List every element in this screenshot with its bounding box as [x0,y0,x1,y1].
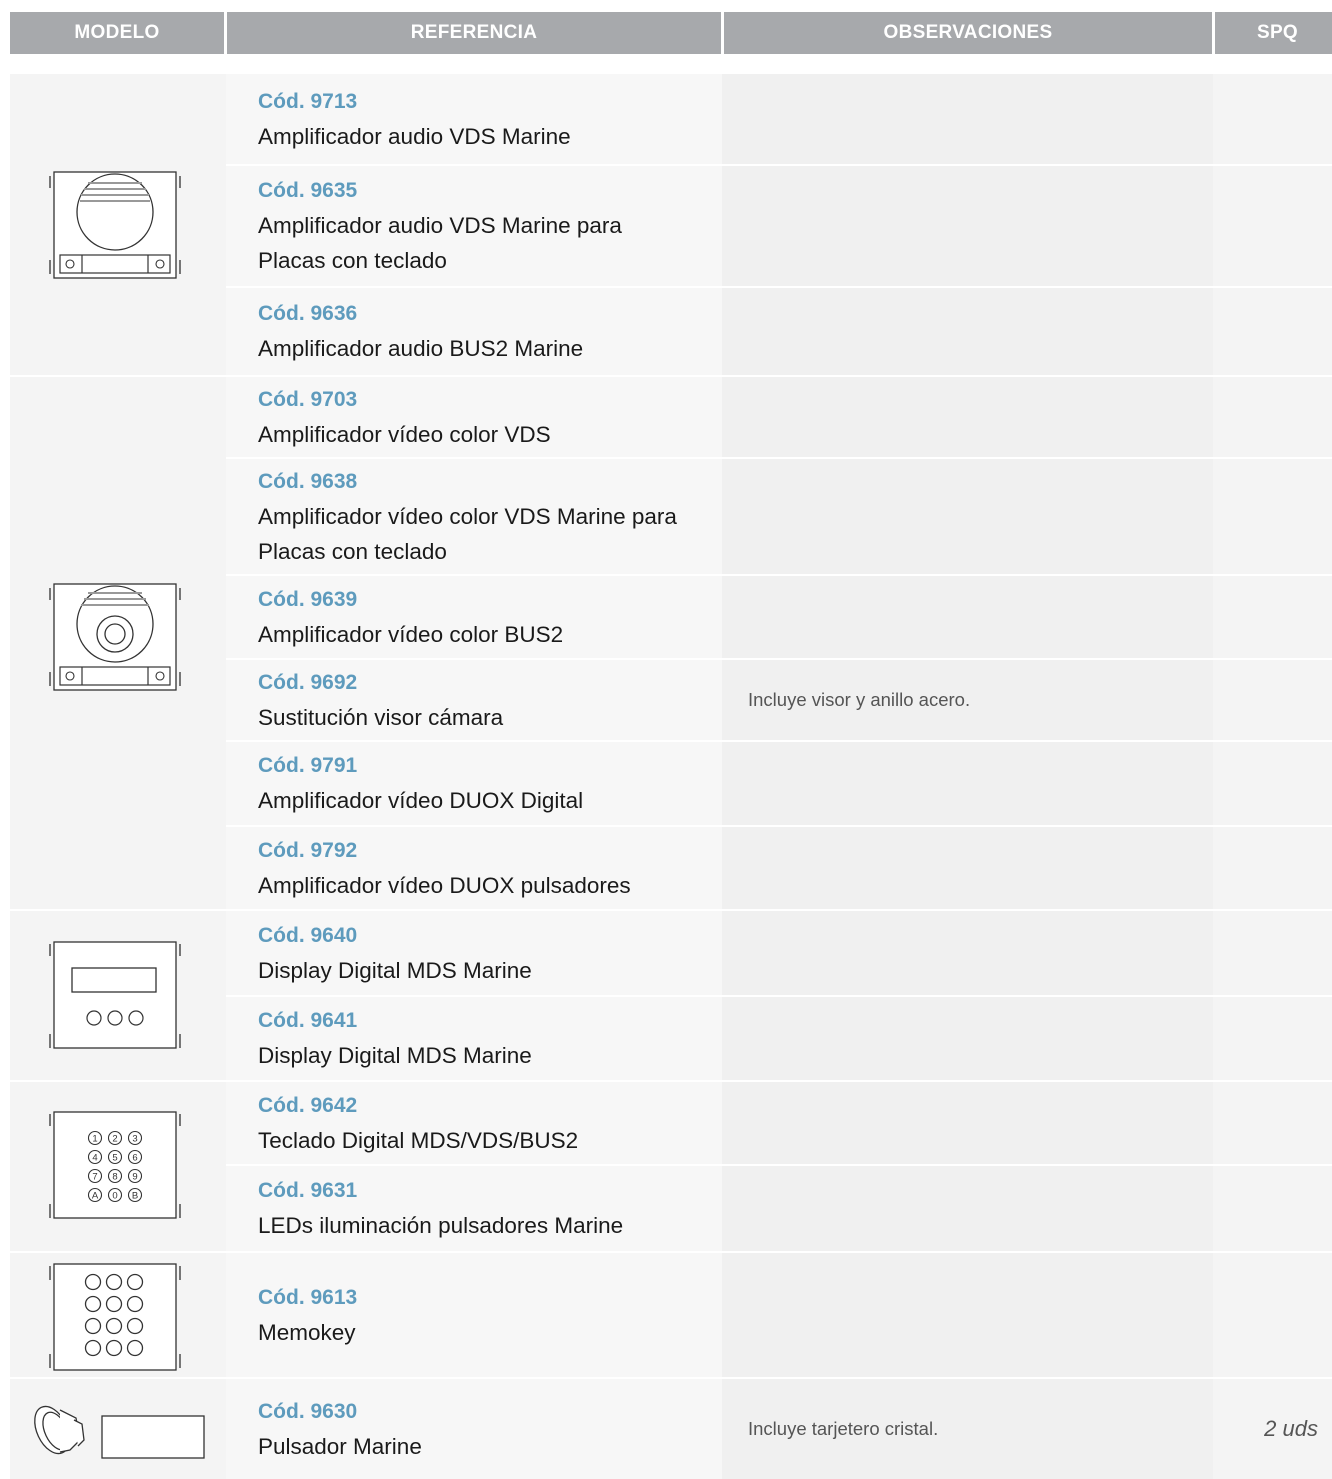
product-code: Cód. 9641 [258,1009,358,1032]
product-code: Cód. 9613 [258,1285,358,1309]
table-row-reference: Cód. 9692 Sustitución visor cámara [226,660,722,740]
product-description: Pulsador Marine [258,1433,422,1459]
product-description: Memokey [258,1319,356,1345]
product-code: Cód. 9791 [258,754,358,777]
spq-cell [1213,1253,1332,1377]
observation-cell [722,459,1213,574]
product-code: Cód. 9713 [258,89,358,113]
keypad-key-label: 6 [132,1153,137,1164]
spq-cell [1213,1166,1332,1251]
table-row-reference: Cód. 9713 Amplificador audio VDS Marine [226,74,722,164]
header-spq: SPQ [1215,12,1332,54]
product-code: Cód. 9631 [258,1179,358,1202]
table-row-reference: Cód. 9792 Amplificador vídeo DUOX pulsado… [226,827,722,909]
spq-cell [1213,742,1332,825]
spq-cell [1213,997,1332,1080]
keypad-key-label: 3 [132,1134,137,1145]
table-row-reference: Cód. 9640 Display Digital MDS Marine [226,911,722,995]
product-description: Amplificador audio VDS Marine [258,123,571,149]
spq-cell [1213,288,1332,375]
observation-cell [722,827,1213,909]
product-description: Sustitución visor cámara [258,704,504,730]
product-description: Amplificador audio VDS Marine para Placa… [258,213,622,273]
spq-cell [1213,660,1332,740]
product-code: Cód. 9792 [258,838,358,862]
product-code: Cód. 9639 [258,587,358,611]
observation-cell [722,576,1213,658]
video-amplifier-panel-icon [49,583,181,691]
product-description: Amplificador vídeo color VDS Marine para… [258,503,677,564]
product-description: Amplificador vídeo DUOX pulsadores [258,872,631,898]
spq-cell [1213,74,1332,164]
table-row-reference: Cód. 9635 Amplificador audio VDS Marine p… [226,166,722,286]
table-row-reference: Cód. 9703 Amplificador vídeo color VDS [226,377,722,457]
keypad-key-label: 9 [132,1172,137,1183]
observation-cell [722,1253,1213,1377]
product-code: Cód. 9630 [258,1399,358,1423]
spq-cell [1213,576,1332,658]
keypad-key-label: A [92,1191,99,1202]
observation-cell [722,997,1213,1080]
table-row-reference: Cód. 9642 Teclado Digital MDS/VDS/BUS2 [226,1082,722,1164]
table-row-reference: Cód. 9631 LEDs iluminación pulsadores Mar… [226,1166,722,1251]
observation-cell [722,288,1213,375]
push-button-and-card-holder-icon [34,1405,205,1459]
product-description: Amplificador vídeo color VDS [258,421,551,447]
product-description: Amplificador audio BUS2 Marine [258,336,584,361]
product-code: Cód. 9635 [258,179,358,202]
audio-amplifier-panel-icon [49,171,181,279]
spq-cell [1213,166,1332,286]
table-row-reference: Cód. 9639 Amplificador vídeo color BUS2 [226,576,722,658]
product-description: Teclado Digital MDS/VDS/BUS2 [258,1127,579,1153]
header-modelo: MODELO [10,12,224,54]
keypad-key-label: 1 [92,1134,97,1145]
product-code: Cód. 9638 [258,469,358,493]
observation-cell [722,911,1213,995]
spq-cell [1213,459,1332,574]
keypad-key-label: 4 [92,1153,97,1164]
table-row-reference: Cód. 9641 Display Digital MDS Marine [226,997,722,1080]
spq-cell [1213,377,1332,457]
keypad-key-label: 8 [112,1172,117,1183]
memokey-panel-icon [49,1263,181,1371]
product-description: Display Digital MDS Marine [258,957,532,983]
product-description: LEDs iluminación pulsadores Marine [258,1213,624,1238]
digital-keypad-panel-icon: 1 2 3 4 5 6 7 8 9 A 0 B [49,1111,181,1219]
observation-cell [722,742,1213,825]
table-row-reference: Cód. 9613 Memokey [226,1253,722,1377]
display-panel-icon [49,941,181,1049]
observation-cell [722,377,1213,457]
spq-cell [1213,911,1332,995]
observation-cell: Incluye visor y anillo acero. [748,689,971,710]
spq-cell [1213,1082,1332,1164]
keypad-key-label: 5 [112,1153,117,1164]
header-referencia: REFERENCIA [227,12,721,54]
product-code: Cód. 9692 [258,670,358,694]
table-row-reference: Cód. 9630 Pulsador Marine [226,1379,722,1479]
spq-cell: 2 uds [1264,1416,1318,1441]
product-description: Amplificador vídeo color BUS2 [258,621,564,647]
observation-cell [722,1166,1213,1251]
keypad-key-label: B [132,1191,138,1202]
observation-cell [722,1082,1213,1164]
table-row-reference: Cód. 9638 Amplificador vídeo color VDS Ma… [226,459,722,574]
table-row-reference: Cód. 9791 Amplificador vídeo DUOX Digital [226,742,722,825]
keypad-key-label: 0 [112,1191,117,1202]
product-code: Cód. 9703 [258,387,358,411]
product-description: Display Digital MDS Marine [258,1043,532,1068]
observation-cell [722,166,1213,286]
product-code: Cód. 9636 [258,302,358,325]
product-code: Cód. 9642 [258,1093,358,1117]
table-row-reference: Cód. 9636 Amplificador audio BUS2 Marine [226,288,722,375]
observation-cell: Incluye tarjetero cristal. [748,1418,939,1439]
observation-cell [722,74,1213,164]
product-code: Cód. 9640 [258,923,358,947]
header-observaciones: OBSERVACIONES [724,12,1212,54]
spq-cell [1213,827,1332,909]
keypad-key-label: 2 [112,1134,117,1145]
keypad-key-label: 7 [92,1172,97,1183]
product-description: Amplificador vídeo DUOX Digital [258,788,584,813]
